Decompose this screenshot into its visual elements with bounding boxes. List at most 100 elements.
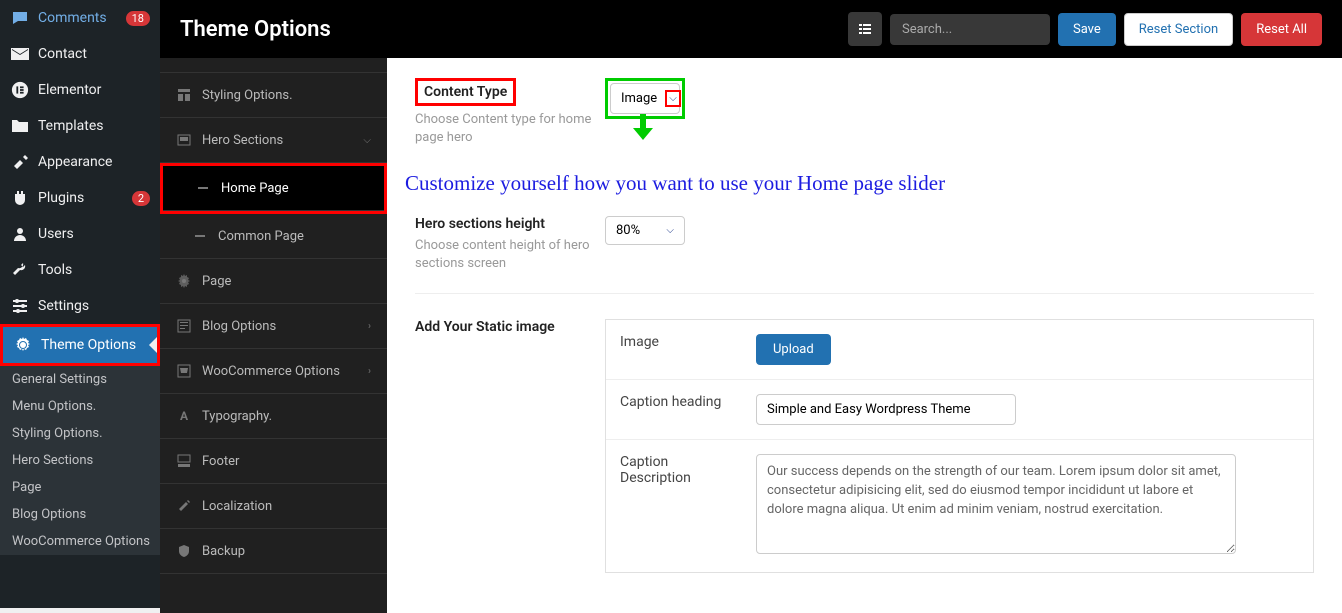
sec-item-footer[interactable]: Footer [160,439,387,484]
sidebar-label: Comments [38,10,118,26]
minus-icon [195,180,211,196]
sec-item-page[interactable]: Page [160,259,387,304]
sec-sub-common-page[interactable]: Common Page [160,214,387,259]
sec-item-localization[interactable]: Localization [160,484,387,529]
sec-item-styling[interactable]: Styling Options. [160,73,387,118]
submenu-page[interactable]: Page [0,474,160,501]
separator [415,293,1314,294]
sidebar-label: Templates [38,118,150,134]
sidebar-item-plugins[interactable]: Plugins 2 [0,180,160,216]
caption-heading-label: Caption heading [606,379,756,439]
submenu-blog[interactable]: Blog Options [0,501,160,528]
content-type-desc: Choose Content type for home page hero [415,111,605,147]
content-type-select[interactable]: Image ⌵ [610,83,680,114]
sidebar-label: Tools [38,262,150,278]
chevron-right-icon: › [368,321,371,332]
list-icon [857,21,873,37]
upload-button[interactable]: Upload [756,334,831,365]
image-label: Image [606,320,756,379]
caption-desc-textarea[interactable] [756,454,1236,554]
shield-icon [176,543,192,559]
sec-item-woo[interactable]: WooCommerce Options › [160,349,387,394]
sidebar-label: Contact [38,46,150,62]
sidebar-item-theme-options[interactable]: Theme Options [3,327,157,363]
caption-desc-label: Caption Description [606,439,756,572]
sec-label: WooCommerce Options [202,364,358,379]
hero-icon [176,132,192,148]
sliders-icon [10,296,30,316]
search-input[interactable] [890,14,1050,45]
static-image-label: Add Your Static image [415,319,605,335]
sidebar-item-comments[interactable]: Comments 18 [0,0,160,36]
sec-label: Hero Sections [202,133,353,148]
sidebar-item-templates[interactable]: Templates [0,108,160,144]
sec-label: Localization [202,499,371,514]
plug-icon [10,188,30,208]
sec-label: Backup [202,544,371,559]
brush-icon [10,152,30,172]
toggle-list-button[interactable] [848,12,882,46]
gear-icon [13,335,33,355]
header-bar: Theme Options Save Reset Section Reset A… [160,0,1342,58]
folder-icon [10,116,30,136]
hero-height-desc: Choose content height of hero sections s… [415,237,605,273]
sidebar-item-contact[interactable]: Contact [0,36,160,72]
submenu-menu[interactable]: Menu Options. [0,393,160,420]
sec-label: Blog Options [202,319,358,334]
sec-label: Home Page [221,181,289,196]
hero-height-select[interactable]: 80% ⌵ [605,216,685,245]
caption-heading-input[interactable] [756,394,1016,425]
sidebar-item-appearance[interactable]: Appearance [0,144,160,180]
footer-icon [176,453,192,469]
main-panel: Content Type Choose Content type for hom… [387,58,1342,613]
secondary-sidebar: Styling Options. Hero Sections ⌵ Home Pa… [160,58,387,613]
sec-label: Common Page [218,229,304,244]
pencil-icon [176,498,192,514]
cart-icon [176,363,192,379]
select-value: Image [621,91,657,106]
sidebar-label: Plugins [38,190,124,206]
sidebar-item-elementor[interactable]: Elementor [0,72,160,108]
sidebar-label: Elementor [38,82,150,98]
chevron-down-icon: ⌵ [363,135,371,146]
sidebar-label: Settings [38,298,150,314]
chevron-down-icon: ⌵ [665,90,681,107]
envelope-icon [10,44,30,64]
sec-item-typography[interactable]: A Typography. [160,394,387,439]
reset-all-button[interactable]: Reset All [1241,13,1322,46]
sec-label: Page [202,274,371,289]
static-image-fields: Image Upload Caption heading Caption Des… [605,319,1314,573]
reset-section-button[interactable]: Reset Section [1124,13,1233,46]
blog-icon [176,318,192,334]
save-button[interactable]: Save [1058,13,1116,46]
sec-sub-home-page[interactable]: Home Page [163,166,384,211]
chevron-down-icon: ⌵ [666,225,674,236]
speech-bubble-icon [10,8,30,28]
submenu-styling[interactable]: Styling Options. [0,420,160,447]
chevron-right-icon: › [368,366,371,377]
sec-item-backup[interactable]: Backup [160,529,387,574]
elementor-icon [10,80,30,100]
submenu-woo[interactable]: WooCommerce Options [0,528,160,555]
sec-item-truncated[interactable] [160,58,387,73]
sec-label: Footer [202,454,371,469]
submenu-general[interactable]: General Settings [0,366,160,393]
submenu-hero[interactable]: Hero Sections [0,447,160,474]
sec-item-blog[interactable]: Blog Options › [160,304,387,349]
customize-note: Customize yourself how you want to use y… [405,171,1314,196]
plugins-badge: 2 [132,191,150,206]
sidebar-item-tools[interactable]: Tools [0,252,160,288]
theme-options-submenu: General Settings Menu Options. Styling O… [0,366,160,555]
sec-item-hero[interactable]: Hero Sections ⌵ [160,118,387,163]
sec-label: Typography. [202,409,371,424]
sec-label: Styling Options. [202,88,371,103]
gear-icon [176,273,192,289]
font-icon: A [176,408,192,424]
user-icon [10,224,30,244]
page-title: Theme Options [180,17,848,42]
sidebar-item-users[interactable]: Users [0,216,160,252]
select-value: 80% [616,223,640,238]
sidebar-item-settings[interactable]: Settings [0,288,160,324]
sidebar-label: Appearance [38,154,150,170]
wrench-icon [10,260,30,280]
